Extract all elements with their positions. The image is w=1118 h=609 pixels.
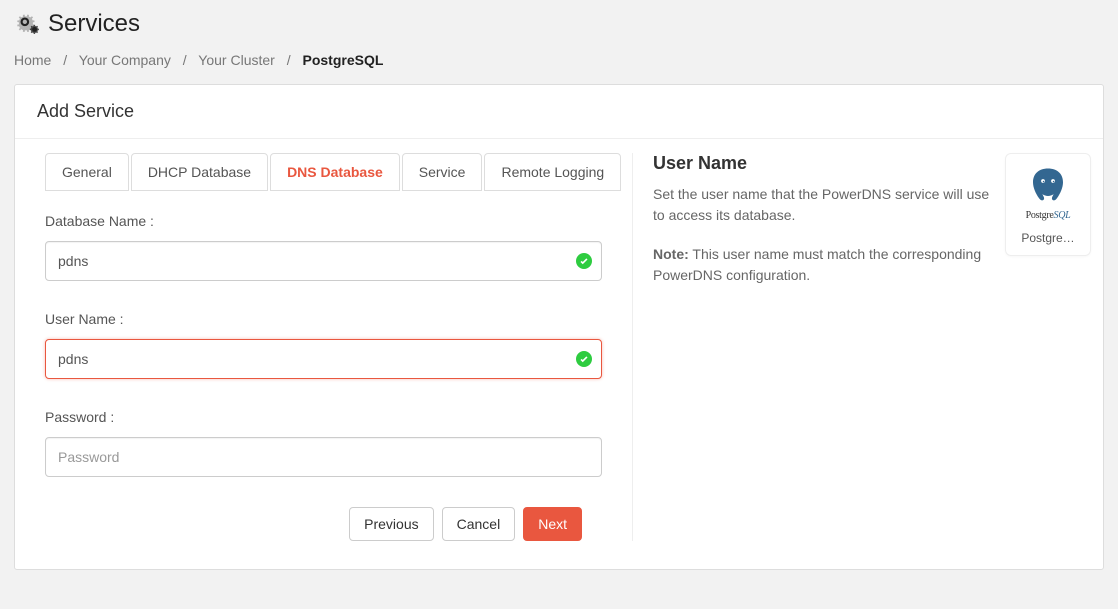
button-row: Previous Cancel Next	[15, 507, 632, 541]
field-user-name: User Name :	[45, 311, 602, 379]
database-name-input[interactable]	[45, 241, 602, 281]
user-name-input[interactable]	[45, 339, 602, 379]
tab-service[interactable]: Service	[402, 153, 483, 191]
previous-button[interactable]: Previous	[349, 507, 433, 541]
next-button[interactable]: Next	[523, 507, 582, 541]
brand-postgre: Postgre	[1026, 210, 1054, 221]
password-label: Password :	[45, 409, 602, 425]
breadcrumb-cluster[interactable]: Your Cluster	[198, 52, 275, 68]
breadcrumb-company[interactable]: Your Company	[79, 52, 171, 68]
breadcrumb-separator: /	[63, 52, 67, 68]
page-title: Services	[0, 0, 1118, 44]
brand-sql: SQL	[1054, 210, 1071, 221]
logo-caption: Postgre…	[1010, 231, 1086, 245]
cogs-icon	[14, 11, 40, 37]
database-name-label: Database Name :	[45, 213, 602, 229]
page-title-text: Services	[48, 10, 140, 38]
help-title: User Name	[653, 153, 991, 174]
field-password: Password :	[45, 409, 602, 477]
panel-body: General DHCP Database DNS Database Servi…	[15, 139, 1103, 569]
user-name-label: User Name :	[45, 311, 602, 327]
help-note-label: Note:	[653, 246, 689, 262]
tab-remote-logging[interactable]: Remote Logging	[484, 153, 621, 191]
breadcrumb-separator: /	[287, 52, 291, 68]
panel-title: Add Service	[15, 85, 1103, 139]
cancel-button[interactable]: Cancel	[442, 507, 516, 541]
tab-dhcp-database[interactable]: DHCP Database	[131, 153, 268, 191]
password-input[interactable]	[45, 437, 602, 477]
logo-card: PostgreSQL Postgre…	[1005, 153, 1091, 256]
help-panel: User Name Set the user name that the Pow…	[645, 153, 1005, 541]
help-text: Set the user name that the PowerDNS serv…	[653, 184, 991, 226]
postgresql-icon	[1028, 166, 1068, 206]
help-column: User Name Set the user name that the Pow…	[633, 153, 1103, 541]
panel: Add Service General DHCP Database DNS Da…	[14, 84, 1104, 570]
breadcrumb-current: PostgreSQL	[303, 52, 384, 68]
form-column: General DHCP Database DNS Database Servi…	[15, 153, 633, 541]
postgresql-brand: PostgreSQL	[1010, 210, 1086, 221]
check-icon	[576, 253, 592, 269]
tab-general[interactable]: General	[45, 153, 129, 191]
tabs: General DHCP Database DNS Database Servi…	[45, 153, 632, 191]
tab-dns-database[interactable]: DNS Database	[270, 153, 400, 191]
breadcrumb: Home / Your Company / Your Cluster / Pos…	[0, 44, 1118, 84]
field-database-name: Database Name :	[45, 213, 602, 281]
help-note-text: This user name must match the correspond…	[653, 246, 981, 283]
check-icon	[576, 351, 592, 367]
breadcrumb-home[interactable]: Home	[14, 52, 51, 68]
help-note: Note: This user name must match the corr…	[653, 244, 991, 286]
breadcrumb-separator: /	[183, 52, 187, 68]
